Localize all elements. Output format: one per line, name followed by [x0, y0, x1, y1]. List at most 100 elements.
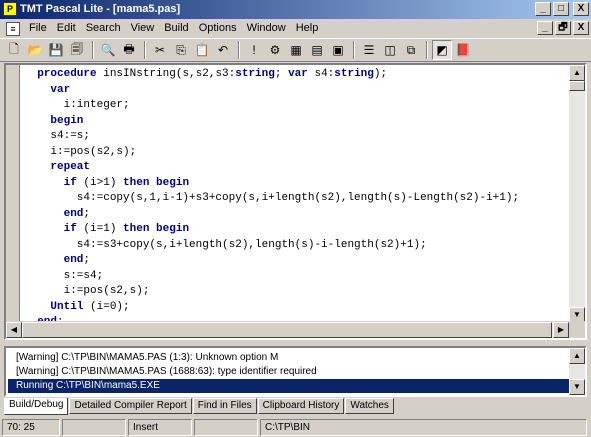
print-preview-icon[interactable]: 🔍 [98, 40, 118, 60]
menu-bar: ≡ File Edit Search View Build Options Wi… [0, 19, 591, 38]
help-book-icon[interactable]: 📕 [453, 40, 473, 60]
code-token: i:integer; [24, 99, 130, 111]
code-line[interactable]: i:integer; [24, 98, 572, 114]
save-icon[interactable]: 💾 [46, 40, 66, 60]
doc-restore-button[interactable]: 🗗 [555, 21, 571, 35]
menu-help[interactable]: Help [291, 20, 324, 37]
code-token: s4: [307, 68, 335, 80]
keyword: end [63, 254, 84, 266]
output-message-selected[interactable]: Running C:\TP\BIN\mama5.EXE [8, 379, 569, 393]
compile-icon[interactable]: ! [244, 40, 264, 60]
code-line[interactable]: repeat [24, 160, 572, 176]
cut-icon[interactable]: ✂ [150, 40, 170, 60]
build-icon[interactable]: ⚙ [265, 40, 285, 60]
make-icon[interactable]: ▦ [286, 40, 306, 60]
keyword: string [235, 68, 275, 80]
toolbar-separator [144, 41, 146, 59]
code-token: i:=pos(s2,s); [24, 145, 137, 158]
menu-options[interactable]: Options [194, 20, 242, 37]
editor-vertical-scrollbar[interactable]: ▲ ▼ [569, 65, 585, 323]
new-icon[interactable]: 🗋 [4, 40, 24, 60]
code-line[interactable]: if (i=1) then begin [24, 222, 572, 238]
title-bar: P TMT Pascal Lite - [mama5.pas] _ □ X [0, 0, 591, 19]
code-token: (i=1) [76, 223, 124, 235]
code-editor[interactable]: procedure insINstring(s,s2,s3:string; va… [4, 63, 587, 340]
output-message[interactable]: [Warning] C:\TP\BIN\MAMA5.PAS (1688:63):… [8, 365, 317, 379]
output-message[interactable]: [Warning] C:\TP\BIN\MAMA5.PAS (1:3): Unk… [8, 351, 278, 365]
code-line[interactable]: begin [24, 114, 572, 130]
vertical-scroll-thumb[interactable] [569, 81, 585, 91]
undo-icon[interactable]: ↶ [213, 40, 233, 60]
save-all-icon[interactable]: 🗐 [67, 40, 87, 60]
keyword: var [50, 83, 71, 96]
status-cell-4 [194, 419, 258, 436]
code-token: s:=s4; [24, 269, 104, 282]
keyword: then [123, 223, 150, 235]
menu-view[interactable]: View [126, 20, 160, 37]
maximize-button[interactable]: □ [553, 2, 569, 16]
scroll-down-icon[interactable]: ▼ [569, 379, 585, 395]
minimize-button[interactable]: _ [535, 2, 551, 16]
code-line[interactable]: end; [24, 253, 572, 269]
scroll-up-icon[interactable]: ▲ [569, 348, 585, 364]
toolbar-separator [353, 41, 355, 59]
editor-horizontal-scrollbar[interactable]: ◀ ▶ [6, 321, 569, 338]
code-line[interactable]: procedure insINstring(s,s2,s3:string; va… [24, 67, 572, 83]
code-line[interactable]: s:=s4; [24, 269, 572, 285]
cascade-icon[interactable]: ⧉ [401, 40, 421, 60]
menu-build[interactable]: Build [159, 20, 193, 37]
print-icon[interactable]: 🖶 [119, 40, 139, 60]
code-token: s4:=copy(s,1,i-1)+s3+copy(s,i+length(s2)… [24, 192, 520, 204]
copy-icon[interactable]: ⎘ [171, 40, 191, 60]
code-line[interactable]: i:=pos(s2,s); [24, 145, 572, 161]
tile-horizontal-icon[interactable]: ☰ [359, 40, 379, 60]
scroll-up-icon[interactable]: ▲ [569, 65, 585, 81]
app-icon[interactable]: P [3, 2, 17, 16]
code-line[interactable]: if (i>1) then begin [24, 176, 572, 192]
doc-minimize-button[interactable]: _ [537, 21, 553, 35]
debug-icon[interactable]: ▤ [307, 40, 327, 60]
menu-edit[interactable]: Edit [52, 20, 81, 37]
code-text[interactable]: procedure insINstring(s,s2,s3:string; va… [24, 67, 572, 323]
keyword: then [123, 176, 150, 189]
keyword: if [63, 223, 77, 235]
output-window-icon[interactable]: ◩ [432, 40, 452, 60]
open-icon[interactable]: 📂 [25, 40, 45, 60]
output-panel[interactable]: [Warning] C:\TP\BIN\MAMA5.PAS (1:3): Unk… [4, 346, 587, 397]
status-directory: C:\TP\BIN [260, 419, 587, 436]
tab-find-in-files[interactable]: Find in Files [192, 398, 257, 414]
code-line[interactable]: Until (i=0); [24, 300, 572, 316]
paste-icon[interactable]: 📋 [192, 40, 212, 60]
keyword: repeat [50, 161, 91, 173]
tab-build-debug[interactable]: Build/Debug [4, 398, 69, 415]
scroll-right-icon[interactable]: ▶ [553, 322, 569, 338]
horizontal-scroll-thumb[interactable] [22, 322, 552, 338]
tab-watches[interactable]: Watches [345, 398, 394, 414]
menu-search[interactable]: Search [81, 20, 126, 37]
code-line[interactable]: s4:=s3+copy(s,i+length(s2),length(s)-i-l… [24, 238, 572, 254]
keyword: if [63, 176, 77, 189]
scroll-corner [569, 321, 585, 338]
code-line[interactable]: end; [24, 207, 572, 223]
code-line[interactable]: var [24, 83, 572, 99]
code-line[interactable]: s4:=s; [24, 129, 572, 145]
close-button[interactable]: X [573, 2, 589, 16]
tab-detailed-compiler-report[interactable]: Detailed Compiler Report [69, 398, 192, 414]
status-bar: 70: 25 Insert C:\TP\BIN [0, 418, 591, 437]
run-icon[interactable]: ▣ [328, 40, 348, 60]
document-icon[interactable]: ≡ [6, 21, 20, 36]
tile-vertical-icon[interactable]: ◫ [380, 40, 400, 60]
code-token: (i=0); [83, 300, 130, 313]
menu-file[interactable]: File [24, 20, 52, 37]
code-line[interactable]: i:=pos(s2,s); [24, 284, 572, 300]
scroll-left-icon[interactable]: ◀ [6, 322, 22, 338]
tab-clipboard-history[interactable]: Clipboard History [257, 398, 345, 414]
doc-close-button[interactable]: X [573, 21, 589, 35]
output-vertical-scrollbar[interactable]: ▲ ▼ [569, 348, 585, 395]
menu-window[interactable]: Window [242, 20, 291, 37]
code-line[interactable]: s4:=copy(s,1,i-1)+s3+copy(s,i+length(s2)… [24, 191, 572, 207]
